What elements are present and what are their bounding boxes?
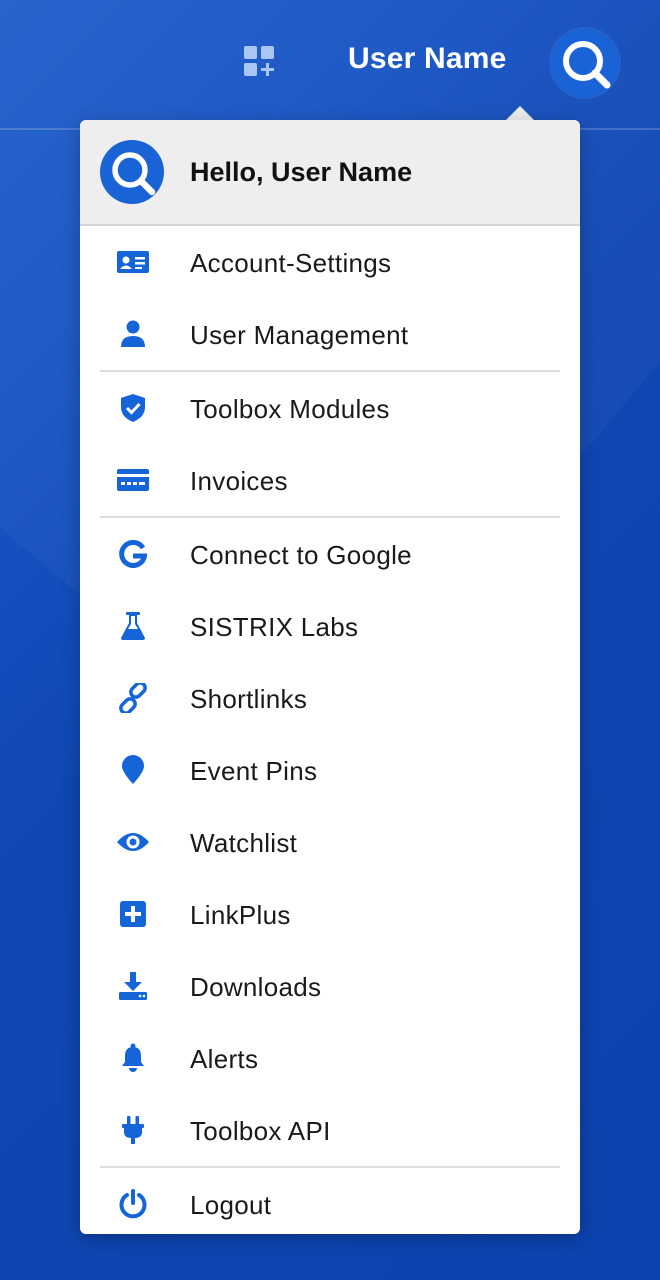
top-bar: User Name (0, 0, 660, 130)
menu-item-label: Event Pins (190, 756, 318, 786)
google-icon (116, 540, 150, 568)
menu-item-label: LinkPlus (190, 900, 291, 930)
menu-item-label: Toolbox Modules (190, 394, 390, 424)
power-icon (116, 1189, 150, 1219)
menu-item-connect-to-google[interactable]: Connect to Google (80, 518, 580, 590)
menu-item-label: Shortlinks (190, 684, 308, 714)
dropdown-caret (506, 106, 534, 120)
menu-item-label: Connect to Google (190, 540, 412, 570)
menu-item-invoices[interactable]: Invoices (80, 444, 580, 516)
magnifier-logo-icon (112, 152, 156, 196)
menu-item-account-settings[interactable]: Account-Settings (80, 226, 580, 298)
download-icon (116, 972, 150, 1000)
user-dropdown-menu: Hello, User Name Account-Settings User M… (80, 120, 580, 1234)
user-icon (116, 320, 150, 347)
menu-item-linkplus[interactable]: LinkPlus (80, 878, 580, 950)
avatar[interactable] (550, 28, 620, 98)
menu-item-sistrix-labs[interactable]: SISTRIX Labs (80, 590, 580, 662)
menu-item-event-pins[interactable]: Event Pins (80, 734, 580, 806)
grid-plus-icon[interactable] (242, 44, 276, 78)
menu-item-shortlinks[interactable]: Shortlinks (80, 662, 580, 734)
link-icon (116, 683, 150, 713)
bell-icon (116, 1043, 150, 1072)
menu-item-label: Logout (190, 1190, 272, 1220)
menu-item-label: Alerts (190, 1044, 259, 1074)
menu-item-label: Invoices (190, 466, 288, 496)
user-name-menu-trigger[interactable]: User Name (348, 42, 507, 76)
avatar (100, 140, 164, 204)
menu-item-label: User Management (190, 320, 409, 350)
menu-item-user-management[interactable]: User Management (80, 298, 580, 370)
menu-item-toolbox-api[interactable]: Toolbox API (80, 1094, 580, 1166)
menu-item-label: Account-Settings (190, 248, 392, 278)
magnifier-logo-icon (563, 41, 611, 89)
menu-item-label: Watchlist (190, 828, 298, 858)
menu-item-alerts[interactable]: Alerts (80, 1022, 580, 1094)
menu-item-logout[interactable]: Logout (80, 1168, 580, 1234)
menu-item-watchlist[interactable]: Watchlist (80, 806, 580, 878)
plus-square-icon (116, 901, 150, 927)
menu-item-toolbox-modules[interactable]: Toolbox Modules (80, 372, 580, 444)
shield-check-icon (116, 394, 150, 422)
menu-item-label: Downloads (190, 972, 322, 1002)
menu-item-label: Toolbox API (190, 1116, 331, 1146)
menu-item-downloads[interactable]: Downloads (80, 950, 580, 1022)
id-card-icon (116, 249, 150, 275)
credit-card-icon (116, 467, 150, 493)
menu-item-label: SISTRIX Labs (190, 612, 359, 642)
eye-icon (116, 829, 150, 855)
menu-header: Hello, User Name (80, 120, 580, 226)
map-pin-icon (116, 755, 150, 784)
plug-icon (116, 1116, 150, 1144)
greeting: Hello, User Name (190, 157, 413, 187)
flask-icon (116, 612, 150, 640)
